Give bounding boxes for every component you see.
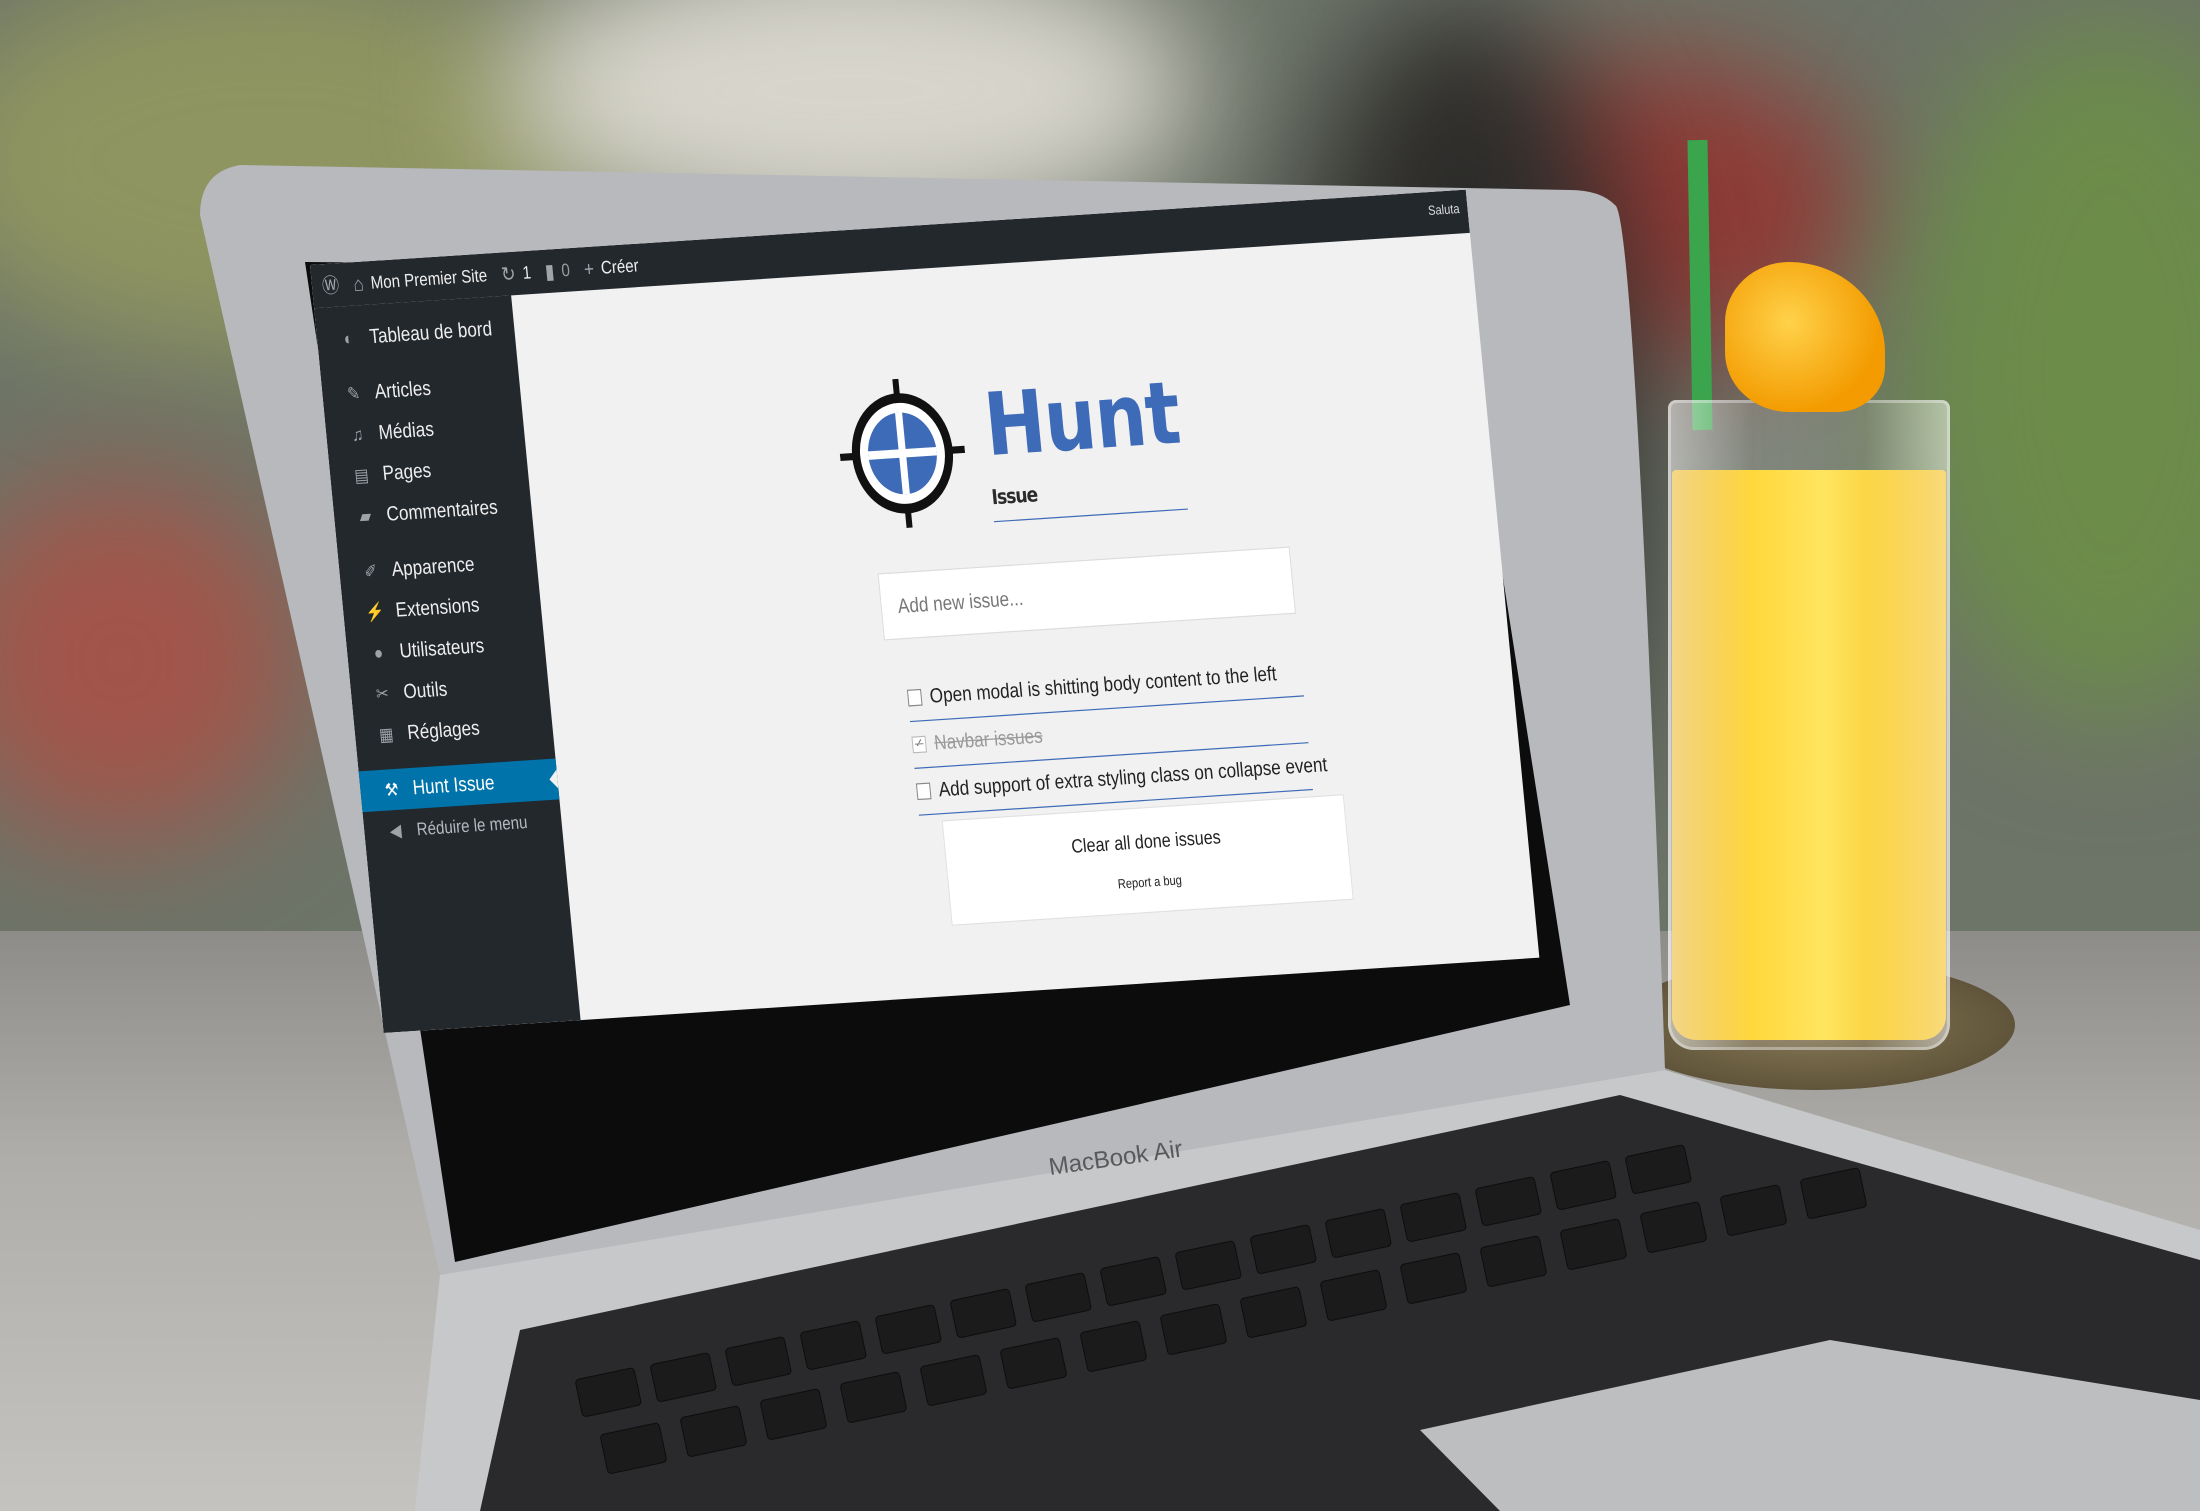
clear-done-issues-button[interactable]: Clear all done issues <box>945 819 1347 867</box>
collapse-arrow-icon: ◀ <box>388 820 403 842</box>
sidebar-item-label: Commentaires <box>385 495 499 526</box>
settings-icon: ▦ <box>378 724 395 746</box>
sidebar-item-label: Hunt Issue <box>411 771 496 800</box>
account-greeting[interactable]: Saluta <box>1428 202 1461 218</box>
new-content-label: Créer <box>599 255 640 278</box>
media-icon: ♫ <box>350 424 365 446</box>
new-issue-input[interactable]: Add new issue... <box>877 546 1297 641</box>
sidebar-item-label: Extensions <box>394 593 481 622</box>
wordpress-logo-icon: Ⓦ <box>321 273 341 298</box>
sidebar-item-label: Réglages <box>406 716 481 744</box>
issue-text: Navbar issues <box>933 724 1044 755</box>
logo-word-hunt: Hunt <box>979 361 1184 475</box>
updates-link[interactable]: ↻ 1 <box>500 261 532 286</box>
sidebar-item-label: Articles <box>373 376 432 404</box>
report-bug-link[interactable]: Report a bug <box>949 863 1350 903</box>
plugin-icon: ⚡ <box>364 601 386 624</box>
brush-icon: ✐ <box>363 561 379 583</box>
comments-link[interactable]: ▮ 0 <box>543 259 571 283</box>
home-icon: ⌂ <box>352 271 365 296</box>
screen: Ⓦ ⌂ Mon Premier Site ↻ 1 ▮ 0 + Créer Sal… <box>310 189 1540 1034</box>
main-content: Hunt Issue Add new issue... Open modal i… <box>511 233 1539 1020</box>
wordpress-logo-menu[interactable]: Ⓦ <box>321 273 341 298</box>
site-name: Mon Premier Site <box>369 264 489 293</box>
sidebar-item-label: Médias <box>377 417 435 444</box>
comment-icon: ▰ <box>358 506 373 528</box>
hammer-icon: ⚒ <box>383 779 400 802</box>
new-content-link[interactable]: + Créer <box>582 255 640 281</box>
issue-checkbox[interactable] <box>906 688 923 707</box>
dashboard-icon: ◐ <box>342 328 354 350</box>
site-name-link[interactable]: ⌂ Mon Premier Site <box>352 264 489 296</box>
sidebar-item-label: Tableau de bord <box>368 317 494 348</box>
sidebar-item-label: Outils <box>402 677 449 704</box>
issue-checkbox[interactable] <box>915 782 932 801</box>
issue-checkbox-checked[interactable]: ✓ <box>911 735 928 754</box>
collapse-menu-label: Réduire le menu <box>415 811 529 840</box>
refresh-icon: ↻ <box>500 261 517 286</box>
updates-count: 1 <box>521 262 532 284</box>
comment-bubble-icon: ▮ <box>543 259 556 283</box>
new-issue-placeholder: Add new issue... <box>896 586 1025 618</box>
plus-icon: + <box>582 256 595 281</box>
issue-list: Open modal is shitting body content to t… <box>905 649 1328 816</box>
pin-icon: ✎ <box>346 383 362 405</box>
sidebar-item-label: Pages <box>381 458 433 485</box>
page-icon: ▤ <box>353 465 370 487</box>
crosshair-target-icon <box>839 378 966 528</box>
wrench-icon: ✂ <box>375 683 390 705</box>
logo-wordmark: Hunt Issue <box>979 361 1189 522</box>
sidebar-item-label: Utilisateurs <box>398 634 486 663</box>
comments-count: 0 <box>560 259 571 281</box>
sidebar-item-label: Apparence <box>390 552 476 581</box>
issue-actions-panel: Clear all done issues Report a bug <box>941 794 1354 926</box>
hunt-issue-logo: Hunt Issue <box>833 361 1189 532</box>
user-icon: ● <box>372 642 385 664</box>
